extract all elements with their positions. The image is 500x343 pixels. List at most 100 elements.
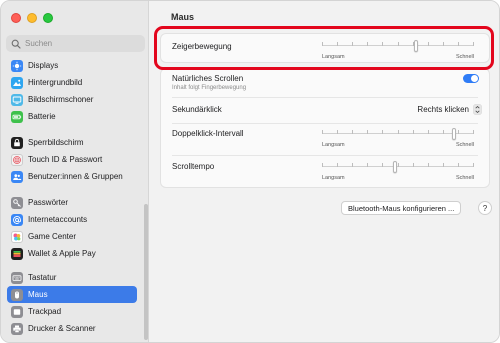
- close-button[interactable]: [11, 13, 21, 23]
- slider-tick: [322, 163, 323, 167]
- zoom-button[interactable]: [43, 13, 53, 23]
- slider-min-label: Langsam: [322, 54, 345, 60]
- slider-tick: [382, 130, 384, 134]
- sidebar-item-label: Benutzer:innen & Gruppen: [28, 172, 123, 181]
- double-click-slider[interactable]: Langsam Schnell: [322, 127, 474, 148]
- sidebar-item-label: Hintergrundbild: [28, 78, 83, 87]
- sidebar: Displays Hintergrundbild Bildschirmschon…: [1, 1, 149, 342]
- sidebar-item-hintergrundbild[interactable]: Hintergrundbild: [7, 74, 137, 91]
- slider-tick: [457, 163, 459, 167]
- slider-tick: [367, 130, 369, 134]
- slider-tick: [337, 42, 339, 46]
- screensaver-icon: [11, 93, 23, 106]
- chevron-updown-icon[interactable]: [473, 104, 482, 115]
- wallpaper-icon: [11, 76, 23, 89]
- slider-min-label: Langsam: [322, 175, 345, 181]
- slider-tick: [412, 130, 414, 134]
- scroll-speed-slider[interactable]: Langsam Schnell: [322, 160, 474, 181]
- divider: [172, 97, 478, 98]
- search-input[interactable]: [25, 39, 125, 48]
- minimize-button[interactable]: [27, 13, 37, 23]
- sidebar-item-label: Game Center: [28, 232, 77, 241]
- help-button[interactable]: ?: [478, 201, 492, 215]
- mouse-icon: [11, 288, 23, 301]
- slider-tick: [352, 42, 354, 46]
- sidebar-item-drucker[interactable]: Drucker & Scanner: [7, 320, 137, 337]
- sidebar-item-benutzer[interactable]: Benutzer:innen & Gruppen: [7, 168, 137, 185]
- page-title: Maus: [171, 12, 195, 22]
- slider-max-label: Schnell: [455, 175, 474, 181]
- slider-tick: [473, 130, 474, 134]
- slider-tick: [427, 42, 429, 46]
- slider-tick: [473, 42, 474, 46]
- divider: [172, 123, 478, 124]
- slider-tick: [367, 42, 369, 46]
- sidebar-scrollbar[interactable]: [144, 204, 148, 340]
- game-center-icon: [11, 230, 23, 243]
- sidebar-item-maus[interactable]: Maus: [7, 286, 137, 303]
- double-click-label: Doppelklick-Intervall: [172, 129, 244, 138]
- keyboard-icon: [11, 271, 23, 284]
- slider-tick: [367, 163, 369, 167]
- sidebar-item-touch-id[interactable]: Touch ID & Passwort: [7, 151, 137, 168]
- pointer-speed-slider[interactable]: Langsam Schnell: [322, 39, 474, 60]
- sidebar-item-trackpad[interactable]: Trackpad: [7, 303, 137, 320]
- pointer-speed-card: Zeigerbewegung Langsam Schnell: [160, 33, 490, 63]
- sidebar-item-batterie[interactable]: Batterie: [7, 108, 137, 125]
- slider-thumb[interactable]: [413, 40, 418, 52]
- toggle-knob: [471, 75, 478, 82]
- slider-tick: [397, 42, 399, 46]
- wallet-icon: [11, 247, 23, 260]
- printer-icon: [11, 322, 23, 335]
- divider: [172, 155, 478, 156]
- sidebar-item-internetaccounts[interactable]: Internetaccounts: [7, 211, 137, 228]
- sidebar-item-sperrbildschirm[interactable]: Sperrbildschirm: [7, 134, 137, 151]
- sidebar-item-label: Wallet & Apple Pay: [28, 249, 96, 258]
- slider-tick: [427, 163, 429, 167]
- lock-screen-icon: [11, 136, 23, 149]
- slider-thumb[interactable]: [452, 128, 457, 140]
- natural-scrolling-label: Natürliches Scrollen: [172, 74, 244, 83]
- sidebar-item-displays[interactable]: Displays: [7, 57, 137, 74]
- scroll-speed-label: Scrolltempo: [172, 162, 215, 171]
- at-icon: [11, 213, 23, 226]
- slider-max-label: Schnell: [455, 54, 474, 60]
- bluetooth-mouse-button[interactable]: Bluetooth-Maus konfigurieren ...: [341, 201, 462, 215]
- slider-tick: [442, 130, 444, 134]
- slider-thumb[interactable]: [393, 161, 398, 173]
- search-field[interactable]: [6, 35, 145, 52]
- slider-tick: [322, 42, 323, 46]
- sidebar-item-label: Maus: [28, 290, 48, 299]
- slider-tick: [442, 163, 444, 167]
- sidebar-item-game-center[interactable]: Game Center: [7, 228, 137, 245]
- mouse-settings-card: Natürliches Scrollen Inhalt folgt Finger…: [160, 68, 490, 188]
- window-controls: [11, 13, 53, 23]
- secondary-click-label: Sekundärklick: [172, 105, 222, 114]
- sidebar-item-tastatur[interactable]: Tastatur: [7, 269, 137, 286]
- slider-tick: [427, 130, 429, 134]
- sidebar-item-wallet[interactable]: Wallet & Apple Pay: [7, 245, 137, 262]
- key-icon: [11, 196, 23, 209]
- slider-max-label: Schnell: [455, 142, 474, 148]
- users-icon: [11, 170, 23, 183]
- natural-scrolling-toggle[interactable]: [463, 74, 479, 83]
- sidebar-item-bildschirmschoner[interactable]: Bildschirmschoner: [7, 91, 137, 108]
- slider-tick: [322, 130, 323, 134]
- sidebar-item-label: Trackpad: [28, 307, 62, 316]
- sidebar-item-label: Displays: [28, 61, 59, 70]
- slider-tick: [397, 163, 399, 167]
- slider-min-label: Langsam: [322, 142, 345, 148]
- sidebar-item-label: Passwörter: [28, 198, 69, 207]
- battery-icon: [11, 110, 23, 123]
- natural-scrolling-sublabel: Inhalt folgt Fingerbewegung: [172, 85, 247, 91]
- slider-tick: [457, 130, 459, 134]
- search-icon: [11, 39, 21, 49]
- slider-tick: [442, 42, 444, 46]
- pointer-speed-label: Zeigerbewegung: [172, 42, 232, 51]
- fingerprint-icon: [11, 153, 23, 166]
- secondary-click-select[interactable]: Rechts klicken: [417, 105, 469, 114]
- slider-tick: [337, 163, 339, 167]
- sidebar-item-passwoerter[interactable]: Passwörter: [7, 194, 137, 211]
- slider-tick: [473, 163, 474, 167]
- slider-tick: [382, 163, 384, 167]
